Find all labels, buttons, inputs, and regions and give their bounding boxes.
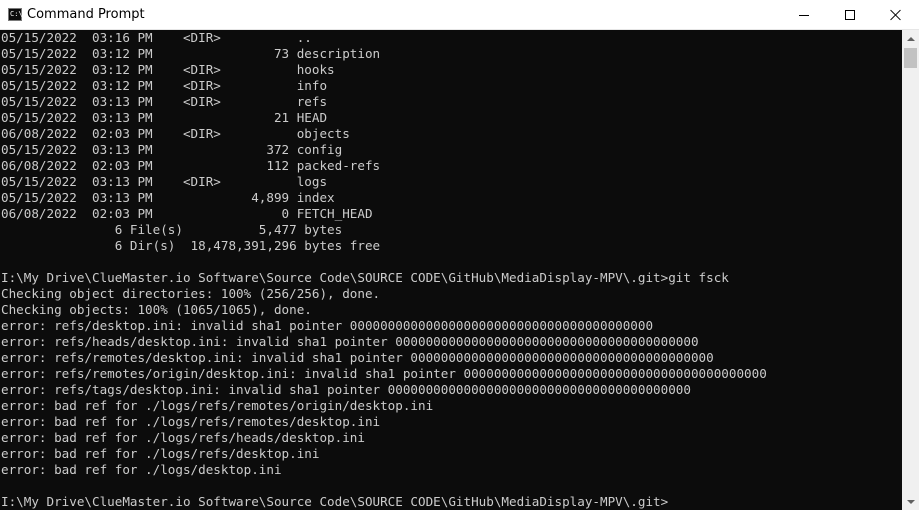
console-output[interactable]: 05/15/2022 03:16 PM <DIR> .. 05/15/2022 0… <box>0 30 902 510</box>
console-line: 06/08/2022 02:03 PM 112 packed-refs <box>1 158 381 173</box>
console-line: error: bad ref for ./logs/refs/heads/des… <box>1 430 365 445</box>
vertical-scrollbar[interactable] <box>902 30 919 510</box>
maximize-button[interactable] <box>827 0 873 30</box>
console-line: 05/15/2022 03:16 PM <DIR> .. <box>1 30 312 45</box>
console-line: error: bad ref for ./logs/refs/remotes/d… <box>1 414 381 429</box>
console-line: error: bad ref for ./logs/desktop.ini <box>1 462 282 477</box>
console-line: 6 Dir(s) 18,478,391,296 bytes free <box>1 238 381 253</box>
console-line: error: refs/heads/desktop.ini: invalid s… <box>1 334 699 349</box>
console-line: 05/15/2022 03:12 PM <DIR> hooks <box>1 62 335 77</box>
close-icon <box>890 9 902 21</box>
console-line: 05/15/2022 03:13 PM 21 HEAD <box>1 110 328 125</box>
console-line: error: refs/desktop.ini: invalid sha1 po… <box>1 318 654 333</box>
console-line: Checking objects: 100% (1065/1065), done… <box>1 302 312 317</box>
console-line: error: bad ref for ./logs/refs/desktop.i… <box>1 446 320 461</box>
console-lines: 05/15/2022 03:16 PM <DIR> .. 05/15/2022 0… <box>1 30 767 510</box>
close-button[interactable] <box>873 0 919 30</box>
console-line: 05/15/2022 03:13 PM <DIR> refs <box>1 94 328 109</box>
console-line: 05/15/2022 03:12 PM 73 description <box>1 46 381 61</box>
minimize-icon <box>799 14 809 16</box>
scroll-up-button[interactable] <box>902 30 919 47</box>
command-prompt-icon[interactable]: C:\ <box>8 8 23 21</box>
command-prompt-icon-label: C:\ <box>10 10 23 18</box>
scroll-thumb[interactable] <box>904 48 917 68</box>
console-line: 6 File(s) 5,477 bytes <box>1 222 343 237</box>
window-title: Command Prompt <box>27 7 145 22</box>
chevron-down-icon <box>906 499 915 504</box>
console-line: 05/15/2022 03:13 PM 372 config <box>1 142 343 157</box>
minimize-button[interactable] <box>781 0 827 30</box>
console-line: 05/15/2022 03:12 PM <DIR> info <box>1 78 328 93</box>
console-line: error: refs/tags/desktop.ini: invalid sh… <box>1 382 691 397</box>
chevron-up-icon <box>906 36 915 41</box>
console-line: I:\My Drive\ClueMaster.io Software\Sourc… <box>1 494 669 509</box>
console-line: Checking object directories: 100% (256/2… <box>1 286 381 301</box>
console-line: I:\My Drive\ClueMaster.io Software\Sourc… <box>1 270 729 285</box>
maximize-icon <box>845 10 855 20</box>
console-line: error: refs/remotes/origin/desktop.ini: … <box>1 366 767 381</box>
console-line: 06/08/2022 02:03 PM <DIR> objects <box>1 126 350 141</box>
console-line: 06/08/2022 02:03 PM 0 FETCH_HEAD <box>1 206 373 221</box>
console-line: error: bad ref for ./logs/refs/remotes/o… <box>1 398 434 413</box>
console-line: 05/15/2022 03:13 PM <DIR> logs <box>1 174 328 189</box>
console-line: error: refs/remotes/desktop.ini: invalid… <box>1 350 714 365</box>
scroll-down-button[interactable] <box>902 493 919 510</box>
console-line: 05/15/2022 03:13 PM 4,899 index <box>1 190 335 205</box>
title-bar[interactable]: C:\ Command Prompt <box>0 0 919 30</box>
